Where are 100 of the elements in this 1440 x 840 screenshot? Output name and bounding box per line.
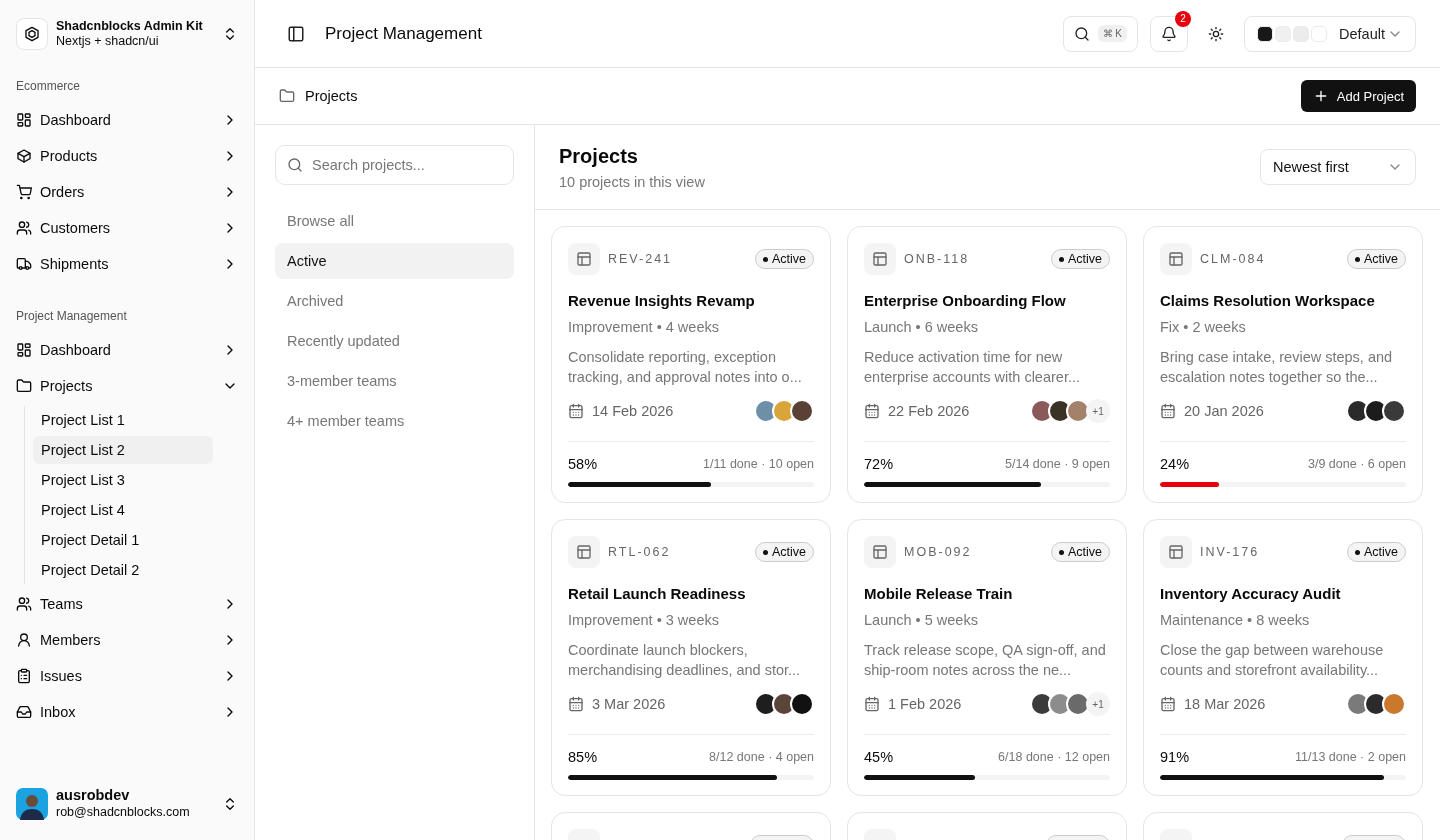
- workspace-subtitle: Nextjs + shadcn/ui: [56, 34, 160, 49]
- nav-item[interactable]: Dashboard: [8, 102, 246, 138]
- calendar-icon: [864, 696, 880, 712]
- filter-item[interactable]: Archived: [275, 283, 514, 319]
- theme-select[interactable]: Default: [1244, 15, 1416, 52]
- hexagon-icon: [24, 26, 40, 42]
- nav-item[interactable]: Shipments: [8, 246, 246, 282]
- bell-icon: [1161, 25, 1177, 42]
- project-title: Inventory Accuracy Audit: [1160, 584, 1342, 604]
- nav-item[interactable]: Products: [8, 138, 246, 174]
- project-card[interactable]: ONB-118 Active Enterprise Onboarding Flow Launch • 6 weeks Reduce activation time for new enterprise accounts with clearer... 22 Feb 2026 +1 72% 5/14 done · 9 open: [847, 226, 1127, 503]
- due-date: 3 Mar 2026: [592, 696, 667, 712]
- project-title: Revenue Insights Revamp: [568, 291, 756, 311]
- project-code: RTL-062: [608, 545, 672, 559]
- due-date: 18 Mar 2026: [1184, 696, 1267, 712]
- project-description: Consolidate reporting, exception tracking, and approval notes into o...: [568, 348, 803, 387]
- project-card[interactable]: REV-241 Active Revenue Insights Revamp Improvement • 4 weeks Consolidate reporting, exception tracking, and approval notes into o... 14 Feb 2026 58% 1/11 done · 10 open: [551, 226, 831, 503]
- status-badge: Active: [1050, 542, 1110, 562]
- filter-item[interactable]: Browse all: [275, 203, 514, 239]
- filter-item[interactable]: 4+ member teams: [275, 403, 514, 439]
- user-menu[interactable]: ausrobdev rob@shadcnblocks.com: [0, 768, 254, 840]
- project-title: Enterprise Onboarding Flow: [864, 291, 1067, 311]
- filter-item[interactable]: Active: [275, 243, 514, 279]
- calendar-icon: [1160, 403, 1176, 419]
- folder-icon: [16, 378, 32, 394]
- due-date: 20 Jan 2026: [1184, 403, 1265, 419]
- nav-item[interactable]: Inbox: [8, 694, 246, 730]
- progress-percent: 85%: [568, 749, 599, 765]
- filter-item[interactable]: 3-member teams: [275, 363, 514, 399]
- progress-percent: 72%: [864, 456, 895, 472]
- project-title: Mobile Release Train: [864, 584, 1014, 604]
- task-stats: 5/14 done · 9 open: [1005, 457, 1110, 471]
- nav-item[interactable]: Customers: [8, 210, 246, 246]
- group-label: Ecommerce: [15, 78, 81, 95]
- sort-select[interactable]: Newest first: [1260, 149, 1416, 185]
- status-badge: Active: [1050, 249, 1110, 269]
- dashboard-icon: [16, 342, 32, 358]
- nav-item[interactable]: Projects: [8, 368, 246, 404]
- project-code: INV-176: [1200, 545, 1261, 559]
- nav-item[interactable]: Issues: [8, 658, 246, 694]
- truck-icon: [16, 256, 32, 272]
- project-card[interactable]: MOB-092 Active Mobile Release Train Launch • 5 weeks Track release scope, QA sign-off, and ship-room notes across the ne... 1 Feb 2026 +1 45% 6/18 done · 12 open: [847, 519, 1127, 796]
- inbox-icon: [16, 704, 32, 720]
- box-icon: [16, 148, 32, 164]
- nav-subitem[interactable]: Project Detail 2: [33, 556, 213, 584]
- calendar-icon: [568, 696, 584, 712]
- progress-percent: 24%: [1160, 456, 1191, 472]
- nav-subitem[interactable]: Project Detail 1: [33, 526, 213, 554]
- shortcut-hint: ⌘ K: [1097, 25, 1127, 42]
- filter-item[interactable]: Recently updated: [275, 323, 514, 359]
- project-meta: Maintenance • 8 weeks: [1160, 611, 1311, 630]
- notification-count: 2: [1175, 10, 1191, 27]
- progress-percent: 45%: [864, 749, 895, 765]
- project-code: MOB-092: [904, 545, 973, 559]
- project-meta: Launch • 5 weeks: [864, 611, 979, 630]
- search-button[interactable]: ⌘ K: [1062, 15, 1138, 52]
- clipboard-icon: [16, 668, 32, 684]
- nav-item[interactable]: Members: [8, 622, 246, 658]
- layout-icon-glyph: [576, 544, 592, 560]
- folder-icon: [279, 88, 295, 104]
- project-card[interactable]: CLM-084 Active Claims Resolution Workspace Fix • 2 weeks Bring case intake, review steps, and escalation notes together so the... 20 Jan 2026 24% 3/9 done · 6 open: [1143, 226, 1423, 503]
- project-meta: Fix • 2 weeks: [1160, 318, 1247, 337]
- nav-item[interactable]: Orders: [8, 174, 246, 210]
- layout-icon-glyph: [1168, 544, 1184, 560]
- nav-item[interactable]: Dashboard: [8, 332, 246, 368]
- project-description: Bring case intake, review steps, and escalation notes together so the...: [1160, 348, 1394, 387]
- nav-subitem[interactable]: Project List 1: [33, 406, 213, 434]
- due-date: 1 Feb 2026: [888, 696, 963, 712]
- project-card[interactable]: INV-176 Active Inventory Accuracy Audit Maintenance • 8 weeks Close the gap between warehouse counts and storefront availability... 18 Mar 2026 91% 11/13 done · 2 open: [1143, 519, 1423, 796]
- nav-subitem[interactable]: Project List 2: [33, 436, 213, 464]
- panel-left-icon: [287, 24, 305, 43]
- workspace-switcher[interactable]: Shadcnblocks Admin Kit Nextjs + shadcn/ui: [16, 16, 238, 52]
- breadcrumb: Projects: [305, 88, 359, 104]
- project-description: Track release scope, QA sign-off, and ship-room notes across the ne...: [864, 641, 1107, 680]
- project-code: ONB-118: [904, 252, 971, 266]
- sun-icon: [1208, 25, 1224, 42]
- project-description: Close the gap between warehouse counts and storefront availability...: [1160, 641, 1385, 680]
- more-members-count: +1: [1086, 399, 1110, 423]
- nav-subitem[interactable]: Project List 3: [33, 466, 213, 494]
- status-badge: Active: [1346, 542, 1406, 562]
- layout-icon-glyph: [576, 251, 592, 267]
- project-meta: Improvement • 4 weeks: [568, 318, 720, 337]
- nav-item[interactable]: Teams: [8, 586, 246, 622]
- project-code: CLM-084: [1200, 252, 1267, 266]
- due-date: 22 Feb 2026: [888, 403, 971, 419]
- users-icon: [16, 220, 32, 236]
- search-field[interactable]: Search projects...: [275, 145, 514, 185]
- calendar-icon: [1160, 696, 1176, 712]
- calendar-icon: [864, 403, 880, 419]
- add-project-button[interactable]: Add Project: [1300, 80, 1416, 112]
- layout-icon-glyph: [872, 251, 888, 267]
- task-stats: 6/18 done · 12 open: [998, 750, 1110, 764]
- project-title: Retail Launch Readiness: [568, 584, 747, 604]
- layout-icon-glyph: [872, 544, 888, 560]
- search-icon: [287, 157, 303, 173]
- project-card[interactable]: RTL-062 Active Retail Launch Readiness Improvement • 3 weeks Coordinate launch blockers, merchandising deadlines, and stor... 3 Mar 2026 85% 8/12 done · 4 open: [551, 519, 831, 796]
- layout-icon-glyph: [1168, 251, 1184, 267]
- nav-subitem[interactable]: Project List 4: [33, 496, 213, 524]
- page-title: Project Management: [325, 23, 483, 44]
- task-stats: 11/13 done · 2 open: [1295, 750, 1406, 764]
